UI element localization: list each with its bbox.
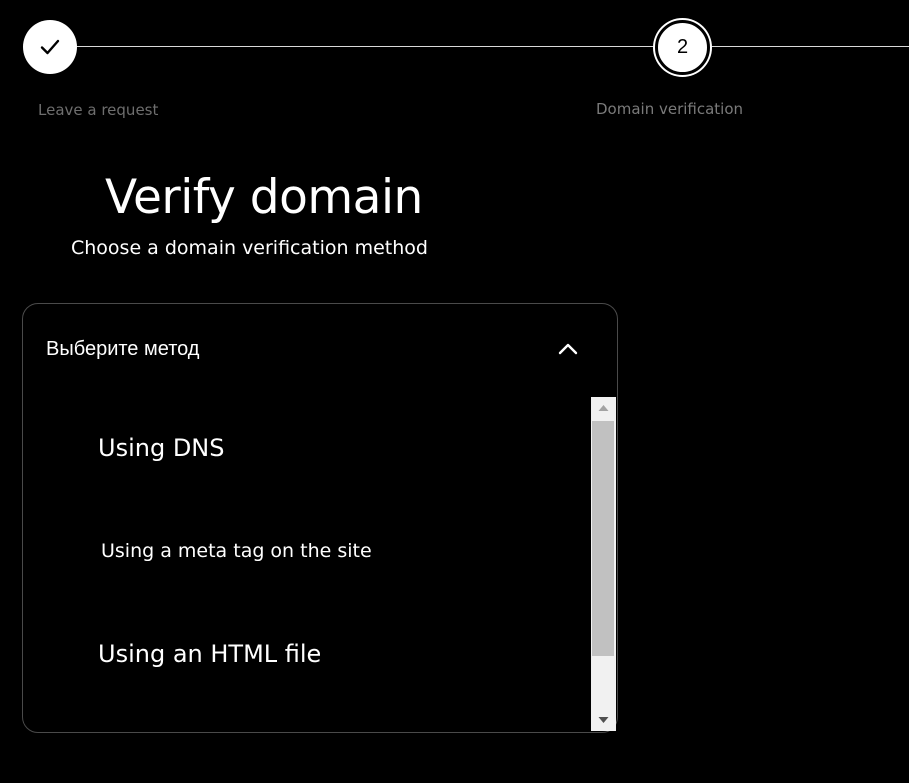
page-subtitle: Choose a domain verification method <box>71 237 428 259</box>
select-toggle[interactable]: Выберите метод <box>23 304 617 397</box>
option-using-html-file[interactable]: Using an HTML file <box>24 624 592 684</box>
step-2-label: Domain verification <box>596 100 744 118</box>
scroll-down-arrow-icon[interactable] <box>591 709 616 731</box>
option-label: Using an HTML file <box>98 640 322 668</box>
options-list: Using DNS Using a meta tag on the site U… <box>24 398 592 732</box>
stepper-line <box>50 46 909 47</box>
step-2-active-indicator: 2 <box>655 20 710 75</box>
checkmark-icon <box>40 39 60 55</box>
scrollbar-thumb[interactable] <box>592 421 614 656</box>
step-1-label: Leave a request <box>38 101 159 119</box>
option-label: Using a meta tag on the site <box>101 540 372 562</box>
step-1-completed-indicator <box>23 20 77 74</box>
verification-page: Leave a request 2 Domain verification Ve… <box>0 0 909 783</box>
option-using-meta-tag[interactable]: Using a meta tag on the site <box>24 520 592 580</box>
step-2-number: 2 <box>676 36 689 58</box>
page-title: Verify domain <box>105 170 423 225</box>
scroll-up-arrow-icon[interactable] <box>591 397 616 419</box>
select-current-value: Выберите метод <box>46 338 200 360</box>
option-using-dns[interactable]: Using DNS <box>24 418 592 478</box>
options-scrollbar[interactable] <box>591 397 616 731</box>
verification-method-select: Выберите метод Using DNS Using a meta ta… <box>22 303 618 733</box>
chevron-up-icon[interactable] <box>556 341 580 357</box>
option-label: Using DNS <box>98 434 225 462</box>
